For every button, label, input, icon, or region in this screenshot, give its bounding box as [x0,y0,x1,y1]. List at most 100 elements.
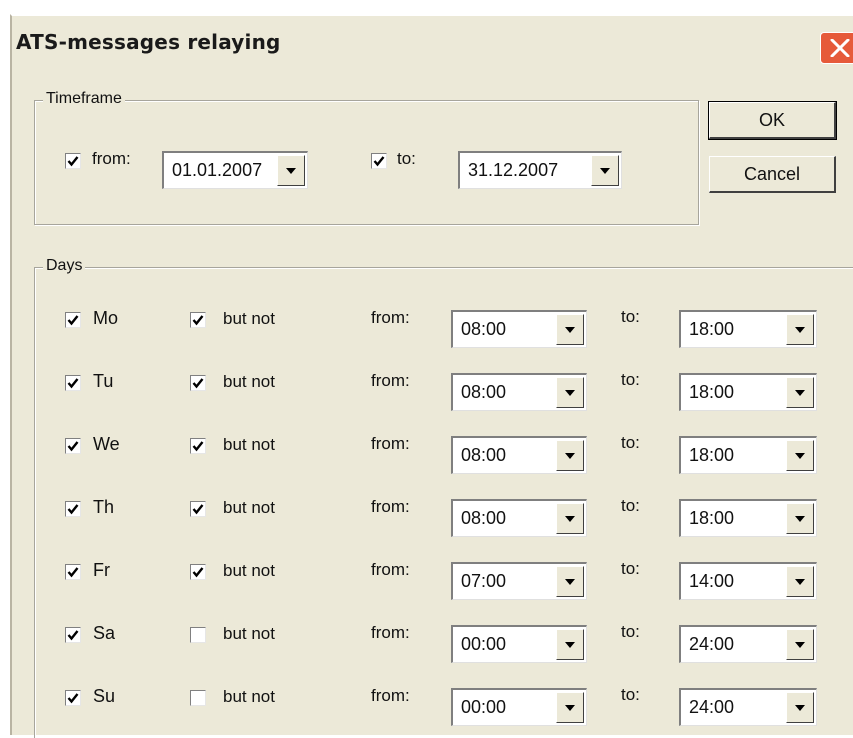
checkmark-icon [192,378,204,389]
from-time-value: 08:00 [461,508,507,528]
to-time-value: 24:00 [689,697,735,717]
chevron-down-icon [565,453,575,459]
chevron-down-icon [565,390,575,396]
but-not-checkbox[interactable] [190,627,206,643]
to-time-value: 24:00 [689,634,735,654]
day-label: Su [93,686,116,706]
from-time-value: 08:00 [461,382,507,402]
chevron-down-icon [795,705,805,711]
dropdown-button[interactable] [277,155,305,186]
chevron-down-icon [600,168,610,174]
day-checkbox-we[interactable] [65,438,81,454]
to-time-label: to: [621,370,640,389]
dropdown-button[interactable] [786,377,814,408]
to-date-checkbox[interactable] [371,153,387,169]
chevron-down-icon [795,390,805,396]
but-not-label: but not [223,561,275,580]
dropdown-button[interactable] [556,503,584,534]
dropdown-button[interactable] [591,155,619,186]
chevron-down-icon [795,642,805,648]
dropdown-button[interactable] [556,692,584,723]
day-checkbox-sa[interactable] [65,627,81,643]
to-time-label: to: [621,622,640,641]
chevron-down-icon [795,453,805,459]
chevron-down-icon [565,642,575,648]
to-time-combo[interactable]: 18:00 [679,373,817,411]
but-not-checkbox[interactable] [190,312,206,328]
from-time-combo[interactable]: 08:00 [451,436,587,474]
but-not-checkbox[interactable] [190,501,206,517]
days-group: Days Mo but not from: 08:00 to: 18:00 Tu… [34,257,853,738]
to-time-combo[interactable]: 18:00 [679,436,817,474]
from-time-label: from: [371,308,410,327]
day-checkbox-su[interactable] [65,690,81,706]
but-not-checkbox[interactable] [190,375,206,391]
from-time-combo[interactable]: 07:00 [451,562,587,600]
cancel-button[interactable]: Cancel [709,156,836,193]
dropdown-button[interactable] [786,440,814,471]
from-time-combo[interactable]: 08:00 [451,373,587,411]
to-time-combo[interactable]: 18:00 [679,499,817,537]
chevron-down-icon [286,168,296,174]
from-time-label: from: [371,434,410,453]
day-checkbox-th[interactable] [65,501,81,517]
title-bar[interactable]: ATS-messages relaying [12,16,853,64]
dropdown-button[interactable] [556,440,584,471]
but-not-checkbox[interactable] [190,438,206,454]
to-time-combo[interactable]: 18:00 [679,310,817,348]
dropdown-button[interactable] [786,503,814,534]
to-time-label: to: [621,307,640,326]
but-not-label: but not [223,372,275,391]
from-date-combo[interactable]: 01.01.2007 [162,151,308,189]
from-time-value: 00:00 [461,634,507,654]
to-date-label: to: [397,149,416,168]
but-not-checkbox[interactable] [190,564,206,580]
from-time-combo[interactable]: 00:00 [451,688,587,726]
to-time-value: 14:00 [689,571,735,591]
close-icon [830,39,850,57]
checkmark-icon [67,156,79,167]
day-checkbox-tu[interactable] [65,375,81,391]
dropdown-button[interactable] [786,629,814,660]
checkmark-icon [67,378,79,389]
to-time-combo[interactable]: 24:00 [679,688,817,726]
day-checkbox-fr[interactable] [65,564,81,580]
dropdown-button[interactable] [786,314,814,345]
checkmark-icon [67,504,79,515]
checkmark-icon [373,156,385,167]
to-time-label: to: [621,559,640,578]
to-date-combo[interactable]: 31.12.2007 [458,151,622,189]
dropdown-button[interactable] [556,629,584,660]
chevron-down-icon [795,327,805,333]
ok-button[interactable]: OK [708,101,837,140]
from-time-combo[interactable]: 08:00 [451,499,587,537]
day-label: We [93,434,120,454]
dropdown-button[interactable] [556,314,584,345]
dropdown-button[interactable] [786,566,814,597]
but-not-checkbox[interactable] [190,690,206,706]
day-label: Sa [93,623,116,643]
to-time-combo[interactable]: 14:00 [679,562,817,600]
to-date-value: 31.12.2007 [468,160,559,180]
day-label: Tu [93,371,114,391]
but-not-label: but not [223,624,275,643]
to-time-label: to: [621,685,640,704]
from-time-combo[interactable]: 00:00 [451,625,587,663]
chevron-down-icon [565,327,575,333]
from-time-combo[interactable]: 08:00 [451,310,587,348]
from-time-label: from: [371,560,410,579]
day-label: Th [93,497,115,517]
from-date-value: 01.01.2007 [172,160,263,180]
to-time-combo[interactable]: 24:00 [679,625,817,663]
from-date-checkbox[interactable] [65,153,81,169]
from-time-value: 07:00 [461,571,507,591]
day-checkbox-mo[interactable] [65,312,81,328]
close-button[interactable] [820,32,853,64]
but-not-label: but not [223,498,275,517]
dropdown-button[interactable] [786,692,814,723]
to-time-value: 18:00 [689,445,735,465]
checkmark-icon [67,693,79,704]
dropdown-button[interactable] [556,566,584,597]
checkmark-icon [67,567,79,578]
dropdown-button[interactable] [556,377,584,408]
